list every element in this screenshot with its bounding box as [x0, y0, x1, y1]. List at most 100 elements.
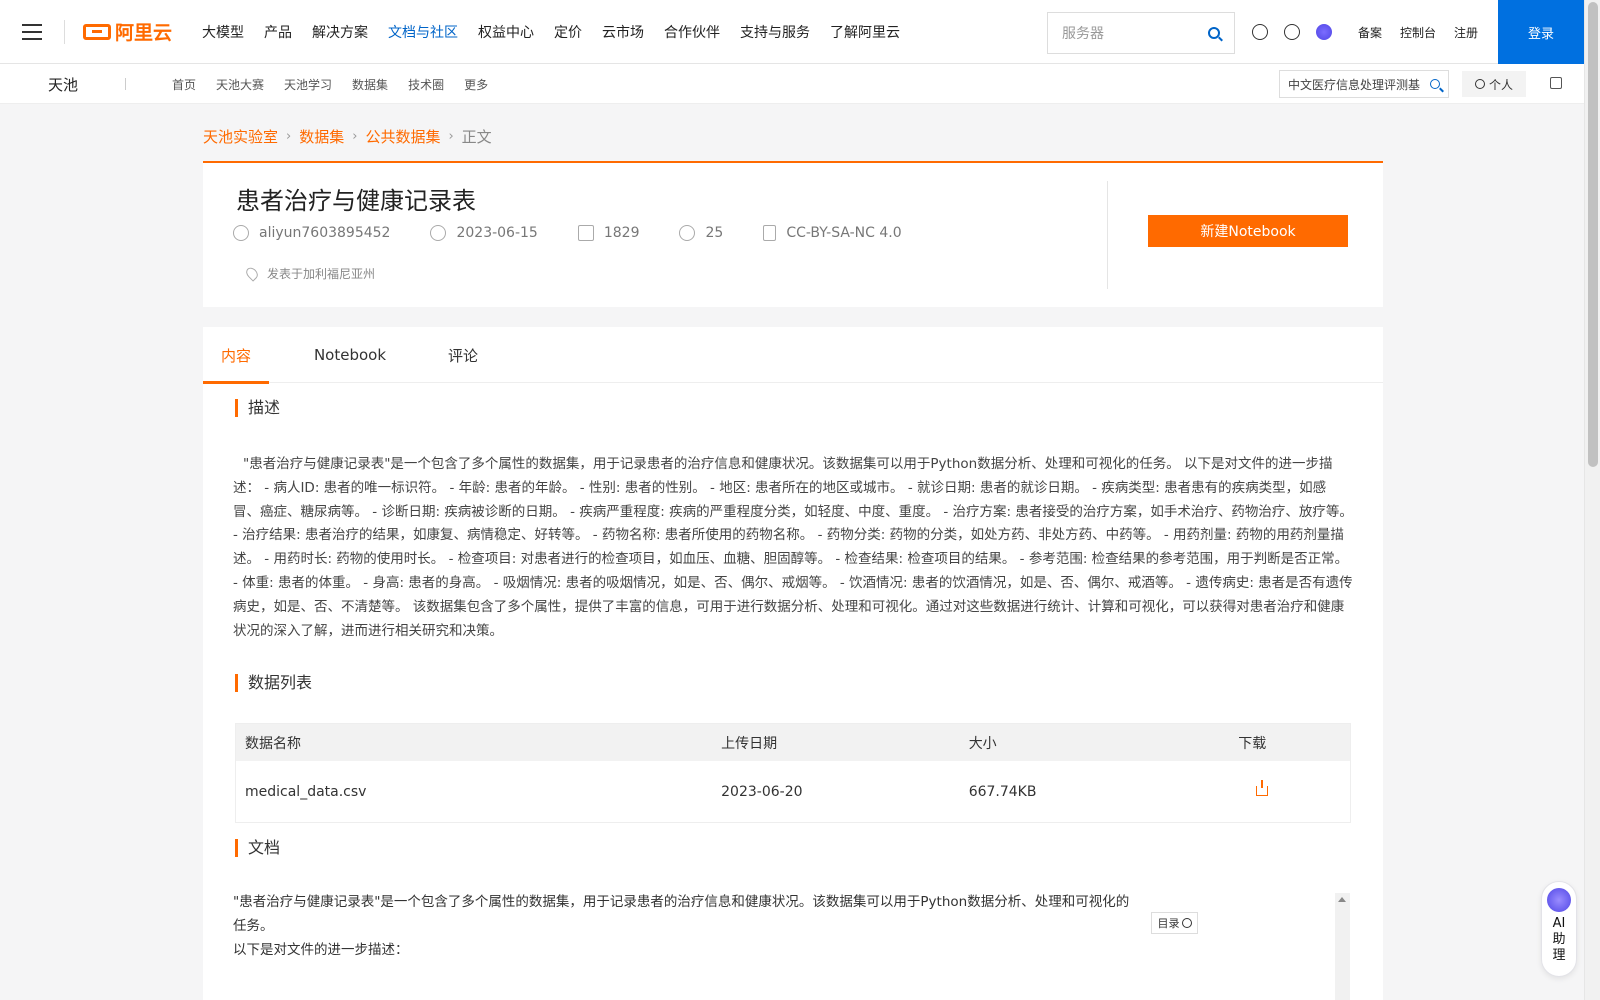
nav-item-solutions[interactable]: 解决方案: [302, 22, 378, 42]
subnav-links: 首页 天池大赛 天池学习 数据集 技术圈 更多: [162, 64, 498, 104]
headset-icon[interactable]: [1284, 24, 1300, 40]
subnav-search-value: 中文医疗信息处理评测基: [1288, 77, 1421, 92]
chevron-down-icon: [1181, 918, 1192, 928]
datalist-heading: 数据列表: [235, 674, 312, 692]
table-header: 数据名称 上传日期 大小 下载: [236, 724, 1350, 761]
meta-author: aliyun7603895452: [233, 225, 390, 241]
col-date: 上传日期: [721, 735, 778, 752]
ai-assistant-label: AI助理: [1552, 916, 1566, 963]
nav-item-support[interactable]: 支持与服务: [730, 22, 820, 42]
menu-icon[interactable]: [0, 0, 64, 64]
citation-icon: [679, 225, 696, 241]
download-count: 1829: [603, 225, 640, 241]
license-doc-icon: [763, 225, 777, 241]
top-nav: 阿里云 大模型 产品 解决方案 文档与社区 权益中心 定价 云市场 合作伙伴 支…: [0, 0, 1584, 64]
dashboard-icon[interactable]: [1252, 24, 1268, 40]
nav-item-marketplace[interactable]: 云市场: [592, 22, 654, 42]
download-icon[interactable]: [1256, 779, 1269, 796]
register-link[interactable]: 注册: [1454, 24, 1478, 41]
meta-citations: 25: [679, 225, 723, 241]
table-row: medical_data.csv 2023-06-20 667.74KB: [236, 761, 1350, 822]
toc-button[interactable]: 目录: [1151, 912, 1198, 934]
publish-date: 2023-06-15: [456, 225, 538, 241]
aliyun-logo[interactable]: 阿里云: [83, 18, 172, 45]
author-name[interactable]: aliyun7603895452: [259, 225, 390, 241]
breadcrumb: 天池实验室 › 数据集 › 公共数据集 › 正文: [203, 126, 492, 147]
chevron-right-icon: ›: [286, 129, 292, 144]
meta-date: 2023-06-15: [430, 225, 538, 241]
toc-label: 目录: [1157, 917, 1180, 930]
personal-button[interactable]: 个人: [1462, 71, 1526, 97]
download-cell: [1238, 779, 1350, 800]
doc-paragraph: 以下是对文件的进一步描述：: [233, 942, 409, 958]
subnav-item-home[interactable]: 首页: [162, 76, 206, 93]
file-date: 2023-06-20: [721, 783, 803, 800]
chevron-right-icon: ›: [448, 129, 454, 144]
nav-item-models[interactable]: 大模型: [192, 22, 254, 42]
col-size: 大小: [968, 735, 997, 752]
console-link[interactable]: 控制台: [1400, 24, 1436, 41]
doc-scrollbar[interactable]: [1335, 893, 1350, 1000]
download-count-icon: [577, 225, 594, 241]
top-links: 备案 控制台 注册: [1358, 0, 1478, 64]
nav-item-partners[interactable]: 合作伙伴: [654, 22, 730, 42]
breadcrumb-lab[interactable]: 天池实验室: [203, 126, 278, 147]
page-scrollbar[interactable]: [1584, 0, 1600, 1000]
chevron-right-icon: ›: [352, 129, 358, 144]
col-name: 数据名称: [245, 735, 301, 752]
scroll-up-icon[interactable]: [1338, 897, 1346, 902]
ai-assistant-icon: [1547, 888, 1571, 912]
nav-item-benefits[interactable]: 权益中心: [468, 22, 544, 42]
divider: [125, 78, 126, 90]
citation-count: 25: [705, 225, 724, 241]
subnav-item-learning[interactable]: 天池学习: [274, 76, 342, 93]
meta-license: CC-BY-SA-NC 4.0: [763, 225, 902, 241]
scrollbar-thumb[interactable]: [1588, 2, 1598, 467]
subnav-item-datasets[interactable]: 数据集: [342, 76, 398, 93]
breadcrumb-datasets[interactable]: 数据集: [299, 126, 344, 147]
search-icon[interactable]: [1208, 27, 1220, 39]
doc-paragraph: "患者治疗与健康记录表"是一个包含了多个属性的数据集，用于记录患者的治疗信息和健…: [233, 894, 1130, 934]
top-icons: [1252, 0, 1332, 64]
nav-item-products[interactable]: 产品: [254, 22, 302, 42]
search-placeholder: 服务器: [1062, 26, 1104, 42]
search-input[interactable]: 服务器: [1047, 12, 1235, 54]
meta-downloads: 1829: [577, 225, 640, 241]
subnav-item-tech-circle[interactable]: 技术圈: [398, 76, 454, 93]
content-card: 内容 Notebook 评论 描述 "患者治疗与健康记录表"是一个包含了多个属性…: [203, 327, 1383, 1000]
login-button[interactable]: 登录: [1498, 0, 1584, 64]
subnav-item-more[interactable]: 更多: [454, 76, 498, 93]
dataset-header: 患者治疗与健康记录表 aliyun7603895452 2023-06-15 1…: [203, 161, 1383, 307]
subnav-search-input[interactable]: 中文医疗信息处理评测基: [1279, 70, 1449, 98]
tab-content[interactable]: 内容: [203, 327, 269, 384]
divider: [1107, 181, 1108, 289]
tab-comments[interactable]: 评论: [431, 327, 495, 383]
file-size: 667.74KB: [968, 783, 1037, 800]
subnav-item-competitions[interactable]: 天池大赛: [206, 76, 274, 93]
personal-label: 个人: [1488, 77, 1513, 92]
description-heading: 描述: [235, 399, 280, 417]
main-nav: 大模型 产品 解决方案 文档与社区 权益中心 定价 云市场 合作伙伴 支持与服务…: [192, 22, 910, 42]
doc-heading: 文档: [235, 839, 280, 857]
tianchi-brand[interactable]: 天池: [48, 74, 78, 95]
breadcrumb-current: 正文: [461, 128, 492, 146]
search-icon[interactable]: [1430, 79, 1440, 89]
ai-assistant-button[interactable]: AI助理: [1541, 881, 1577, 977]
user-circle-icon: [1474, 79, 1485, 89]
nav-item-pricing[interactable]: 定价: [544, 22, 592, 42]
new-notebook-button[interactable]: 新建Notebook: [1148, 215, 1348, 247]
swap-icon[interactable]: [1550, 77, 1562, 89]
nav-item-about[interactable]: 了解阿里云: [820, 22, 910, 42]
content-tabs: 内容 Notebook 评论: [203, 327, 1383, 384]
dataset-meta: aliyun7603895452 2023-06-15 1829 25 CC-B…: [233, 225, 942, 241]
location-pin-icon: [243, 265, 261, 282]
divider: [64, 19, 65, 44]
nav-item-docs[interactable]: 文档与社区: [378, 22, 468, 42]
data-table: 数据名称 上传日期 大小 下载 medical_data.csv 2023-06…: [235, 723, 1351, 823]
license: CC-BY-SA-NC 4.0: [786, 225, 902, 241]
ai-star-icon[interactable]: [1316, 24, 1332, 40]
tab-notebook[interactable]: Notebook: [269, 327, 431, 383]
breadcrumb-public-datasets[interactable]: 公共数据集: [365, 126, 440, 147]
location: 发表于加利福尼亚州: [243, 265, 375, 282]
filing-link[interactable]: 备案: [1358, 24, 1382, 41]
